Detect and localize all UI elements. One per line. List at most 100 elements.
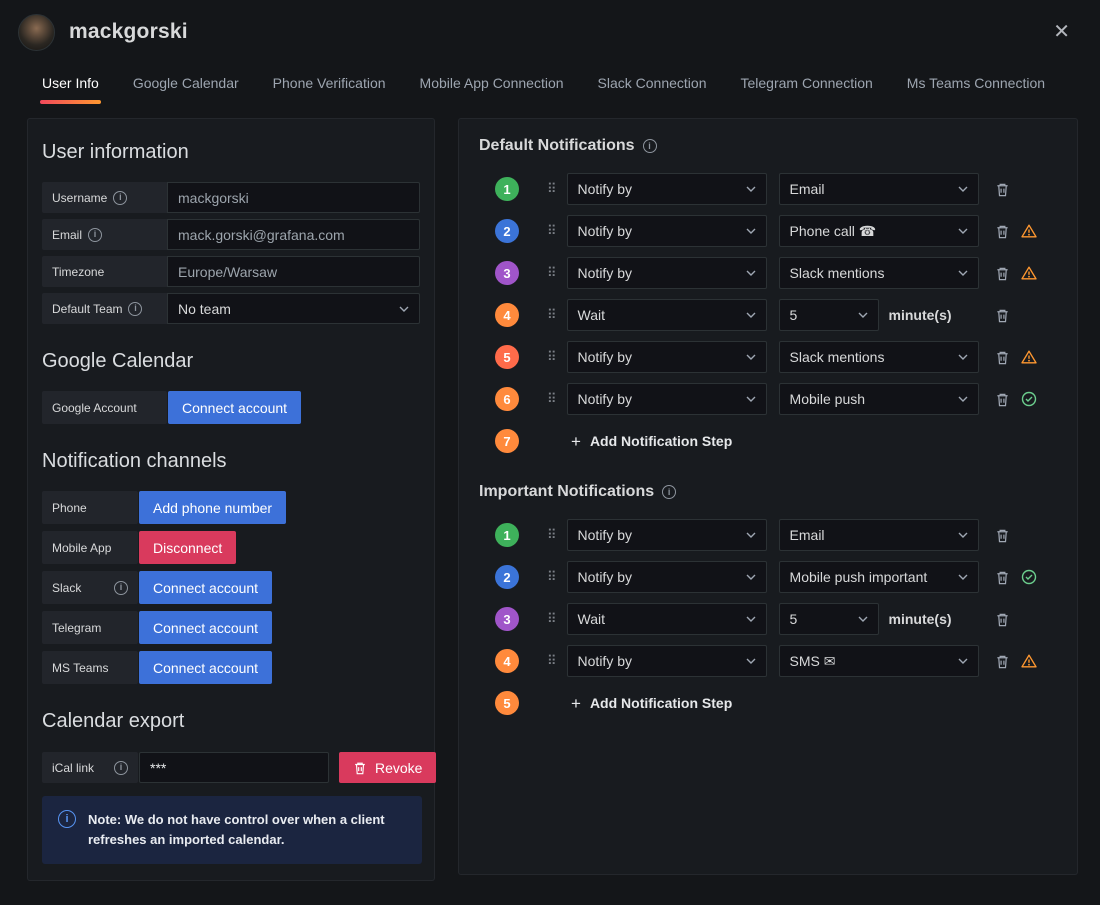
connect-ms-teams-button[interactable]: Connect account [139, 651, 273, 684]
tab-user-info[interactable]: User Info [40, 62, 101, 104]
tab-slack-connection[interactable]: Slack Connection [596, 62, 709, 104]
notification-step-row: 3 ⠿ Wait 5 minute(s) [495, 603, 1057, 635]
delete-step-button[interactable] [995, 224, 1010, 239]
step-type-select[interactable]: Notify by [566, 341, 767, 373]
delete-step-button[interactable] [995, 266, 1010, 281]
step-value-select[interactable]: Slack mentions [778, 257, 979, 289]
add-phone-number-button[interactable]: Add phone number [139, 491, 287, 524]
chevron-down-icon [958, 228, 968, 234]
tab-ms-teams-connection[interactable]: Ms Teams Connection [905, 62, 1047, 104]
disconnect-mobile-app-button[interactable]: Disconnect [139, 531, 237, 564]
step-value-select[interactable]: Slack mentions [778, 341, 979, 373]
info-icon [88, 227, 103, 242]
delete-step-button[interactable] [995, 528, 1010, 543]
step-number-badge: 1 [495, 177, 519, 201]
step-type-select[interactable]: Notify by [566, 645, 767, 677]
drag-handle-icon[interactable]: ⠿ [547, 391, 557, 407]
username-label: Username [42, 182, 167, 213]
step-type-select[interactable]: Wait [566, 299, 767, 331]
trash-icon [996, 309, 1008, 322]
timezone-label: Timezone [42, 256, 167, 287]
add-notification-step-button[interactable]: + Add Notification Step [571, 695, 732, 712]
chevron-down-icon [746, 532, 756, 538]
drag-handle-icon[interactable]: ⠿ [547, 653, 557, 669]
connect-telegram-button[interactable]: Connect account [139, 611, 273, 644]
username-field[interactable]: mackgorski [167, 182, 420, 213]
chevron-down-icon [958, 186, 968, 192]
notification-step-row: 1 ⠿ Notify by Email [495, 173, 1057, 205]
google-account-label: Google Account [42, 391, 167, 424]
ical-link-row: iCal link Revoke [42, 751, 437, 784]
user-settings-modal: mackgorski ✕ User Info Google Calendar P… [0, 0, 1100, 904]
drag-handle-icon[interactable]: ⠿ [547, 611, 557, 627]
notification-step-row: 4 ⠿ Wait 5 minute(s) [495, 299, 1057, 331]
step-number-badge: 5 [495, 345, 519, 369]
chevron-down-icon [958, 532, 968, 538]
trash-icon [996, 183, 1008, 196]
info-icon [128, 301, 143, 316]
connect-slack-button[interactable]: Connect account [139, 571, 273, 604]
close-icon[interactable]: ✕ [1049, 18, 1074, 46]
timezone-row: Timezone Europe/Warsaw [42, 256, 420, 287]
add-notification-step-button[interactable]: + Add Notification Step [571, 433, 732, 450]
calendar-note: Note: We do not have control over when a… [42, 796, 422, 865]
step-number-badge: 4 [495, 649, 519, 673]
important-notifications-heading: Important Notifications [479, 483, 1057, 501]
delete-step-button[interactable] [995, 654, 1010, 669]
step-type-select[interactable]: Notify by [566, 215, 767, 247]
trash-icon [996, 351, 1008, 364]
delete-step-button[interactable] [995, 570, 1010, 585]
connect-google-account-button[interactable]: Connect account [168, 391, 302, 424]
default-team-label: Default Team [42, 293, 167, 324]
chevron-down-icon [958, 354, 968, 360]
ical-link-input[interactable] [139, 752, 329, 783]
tab-telegram-connection[interactable]: Telegram Connection [738, 62, 874, 104]
drag-handle-icon[interactable]: ⠿ [547, 349, 557, 365]
check-circle-icon [1021, 391, 1036, 407]
step-type-select[interactable]: Notify by [566, 173, 767, 205]
ical-link-label: iCal link [42, 752, 138, 783]
add-step-row: 5 + Add Notification Step [495, 687, 1057, 719]
drag-handle-icon[interactable]: ⠿ [547, 223, 557, 239]
chevron-down-icon [958, 396, 968, 402]
step-type-select[interactable]: Notify by [566, 519, 767, 551]
warning-icon [1020, 654, 1037, 668]
revoke-ical-button[interactable]: Revoke [339, 752, 437, 783]
step-value-select[interactable]: Email [778, 519, 979, 551]
step-value-select[interactable]: SMS ✉ [778, 645, 979, 677]
drag-handle-icon[interactable]: ⠿ [547, 265, 557, 281]
tab-google-calendar[interactable]: Google Calendar [131, 62, 241, 104]
delete-step-button[interactable] [995, 612, 1010, 627]
drag-handle-icon[interactable]: ⠿ [547, 569, 557, 585]
step-value-select[interactable]: Mobile push important [778, 561, 979, 593]
drag-handle-icon[interactable]: ⠿ [547, 307, 557, 323]
wait-unit-label: minute(s) [888, 307, 952, 323]
wait-duration-select[interactable]: 5 [778, 603, 879, 635]
drag-handle-icon[interactable]: ⠿ [547, 527, 557, 543]
info-icon [642, 139, 657, 153]
step-type-select[interactable]: Notify by [566, 383, 767, 415]
tab-phone-verification[interactable]: Phone Verification [271, 62, 388, 104]
chevron-down-icon [746, 396, 756, 402]
timezone-field[interactable]: Europe/Warsaw [167, 256, 420, 287]
step-number-badge: 3 [495, 261, 519, 285]
delete-step-button[interactable] [995, 182, 1010, 197]
step-value-select[interactable]: Email [778, 173, 979, 205]
default-team-select[interactable]: No team [167, 293, 420, 324]
step-type-select[interactable]: Notify by [566, 561, 767, 593]
wait-duration-select[interactable]: 5 [778, 299, 879, 331]
warning-icon [1020, 224, 1037, 238]
step-type-select[interactable]: Notify by [566, 257, 767, 289]
step-value-select[interactable]: Mobile push [778, 383, 979, 415]
delete-step-button[interactable] [995, 308, 1010, 323]
delete-step-button[interactable] [995, 392, 1010, 407]
add-step-row: 7 + Add Notification Step [495, 425, 1057, 457]
step-value-select[interactable]: Phone call ☎ [778, 215, 979, 247]
email-field[interactable]: mack.gorski@grafana.com [167, 219, 420, 250]
mobile-app-label: Mobile App [42, 531, 138, 564]
delete-step-button[interactable] [995, 350, 1010, 365]
step-type-select[interactable]: Wait [566, 603, 767, 635]
tab-mobile-app-connection[interactable]: Mobile App Connection [418, 62, 566, 104]
drag-handle-icon[interactable]: ⠿ [547, 181, 557, 197]
page-title: mackgorski [69, 20, 188, 43]
